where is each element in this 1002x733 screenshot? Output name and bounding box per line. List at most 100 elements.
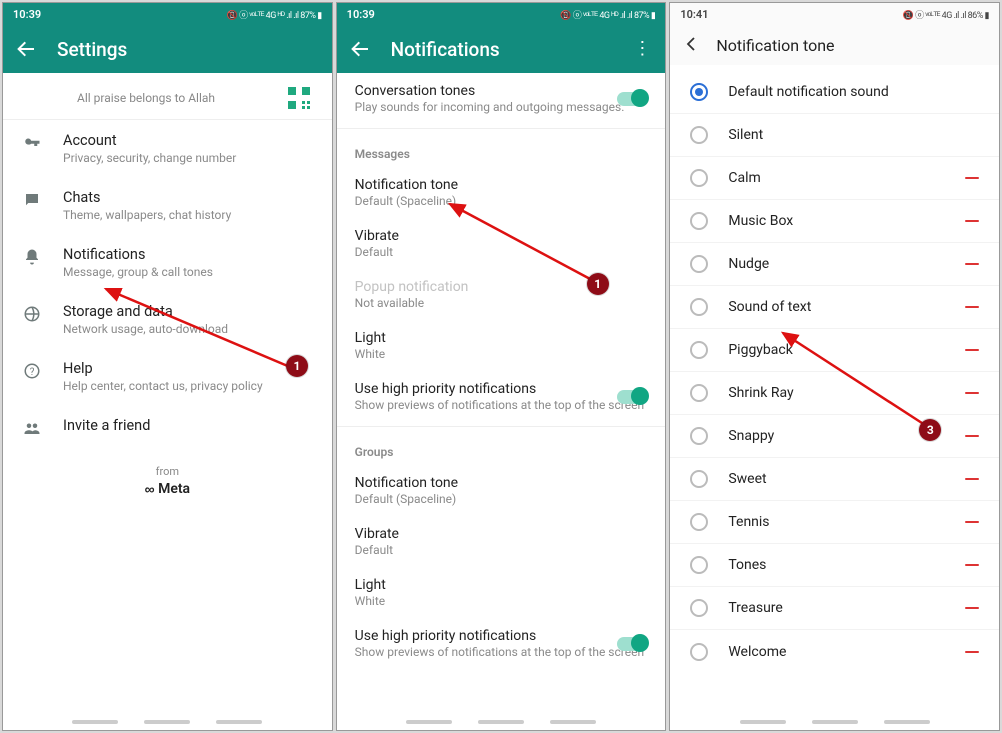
setting-grp-highpriority[interactable]: Use high priority notifications Show pre… — [337, 618, 666, 669]
tone-item-snappy[interactable]: Snappy — [670, 415, 999, 458]
settings-item-help[interactable]: ?HelpHelp center, contact us, privacy po… — [3, 348, 332, 405]
minus-icon — [965, 263, 979, 265]
tone-item-welcome[interactable]: Welcome — [670, 630, 999, 673]
status-time: 10:39 — [13, 8, 227, 21]
radio-button[interactable] — [690, 83, 708, 101]
arrow-left-icon — [17, 40, 35, 58]
tone-label: Piggyback — [728, 342, 965, 358]
radio-button[interactable] — [690, 470, 708, 488]
overflow-menu[interactable]: ⋮ — [633, 40, 651, 58]
qr-icon[interactable] — [288, 87, 310, 109]
status-time: 10:39 — [347, 8, 561, 21]
settings-item-account[interactable]: AccountPrivacy, security, change number — [3, 120, 332, 177]
back-button[interactable] — [351, 40, 369, 58]
tone-item-shrink-ray[interactable]: Shrink Ray — [670, 372, 999, 415]
tone-item-sweet[interactable]: Sweet — [670, 458, 999, 501]
status-bar: 10:41 📵 ⓞ ᵛᵒᴸᵀᴱ 4G .ıl .ıl 86% ▮ — [670, 3, 999, 25]
setting-msg-light[interactable]: Light White — [337, 320, 666, 371]
minus-icon — [965, 306, 979, 308]
setting-conversation-tones[interactable]: Conversation tones Play sounds for incom… — [337, 73, 666, 124]
setting-msg-notification-tone[interactable]: Notification tone Default (Spaceline) — [337, 167, 666, 218]
item-sub: Theme, wallpapers, chat history — [63, 208, 314, 222]
group-icon — [21, 417, 43, 439]
profile-row[interactable]: All praise belongs to Allah — [3, 73, 332, 120]
tone-label: Shrink Ray — [728, 385, 965, 401]
appbar-title: Notification tone — [716, 36, 834, 55]
gesture-bar — [337, 720, 666, 724]
appbar: Notifications ⋮ — [337, 25, 666, 73]
toggle-switch[interactable] — [617, 92, 647, 106]
toggle-switch[interactable] — [617, 637, 647, 651]
radio-button[interactable] — [690, 126, 708, 144]
tone-item-sound-of-text[interactable]: Sound of text — [670, 286, 999, 329]
tone-label: Welcome — [728, 644, 965, 660]
radio-button[interactable] — [690, 255, 708, 273]
tone-item-calm[interactable]: Calm — [670, 157, 999, 200]
tone-item-default-notification-sound[interactable]: Default notification sound — [670, 71, 999, 114]
radio-button[interactable] — [690, 298, 708, 316]
tone-content: Default notification sound SilentCalmMusi… — [670, 65, 999, 730]
tone-item-tennis[interactable]: Tennis — [670, 501, 999, 544]
tone-item-piggyback[interactable]: Piggyback — [670, 329, 999, 372]
radio-button[interactable] — [690, 427, 708, 445]
appbar: Settings — [3, 25, 332, 73]
radio-button[interactable] — [690, 599, 708, 617]
status-time: 10:41 — [680, 8, 902, 21]
setting-msg-highpriority[interactable]: Use high priority notifications Show pre… — [337, 371, 666, 422]
callout-badge: 1 — [286, 355, 308, 377]
setting-grp-vibrate[interactable]: Vibrate Default — [337, 516, 666, 567]
tone-item-treasure[interactable]: Treasure — [670, 587, 999, 630]
settings-content: All praise belongs to Allah AccountPriva… — [3, 73, 332, 730]
item-sub: Message, group & call tones — [63, 265, 314, 279]
minus-icon — [965, 435, 979, 437]
radio-button[interactable] — [690, 341, 708, 359]
settings-item-invite-a-friend[interactable]: Invite a friend — [3, 405, 332, 451]
settings-item-chats[interactable]: ChatsTheme, wallpapers, chat history — [3, 177, 332, 234]
status-icons: 📵 ⓞ ᵛᵒᴸᵀᴱ 4G .ıl .ıl 86% ▮ — [903, 8, 989, 21]
tone-label: Tones — [728, 557, 965, 573]
tone-item-nudge[interactable]: Nudge — [670, 243, 999, 286]
toggle-switch[interactable] — [617, 390, 647, 404]
key-icon — [21, 132, 43, 154]
setting-title: Conversation tones — [355, 83, 648, 99]
divider — [337, 426, 666, 427]
notifications-content: Conversation tones Play sounds for incom… — [337, 73, 666, 730]
minus-icon — [965, 564, 979, 566]
tone-label: Default notification sound — [728, 84, 979, 100]
tone-label: Treasure — [728, 600, 965, 616]
tone-item-music-box[interactable]: Music Box — [670, 200, 999, 243]
appbar-title: Settings — [57, 38, 127, 61]
tone-item-tones[interactable]: Tones — [670, 544, 999, 587]
section-groups: Groups — [337, 431, 666, 465]
setting-grp-light[interactable]: Light White — [337, 567, 666, 618]
radio-button[interactable] — [690, 513, 708, 531]
item-title: Account — [63, 132, 314, 149]
radio-button[interactable] — [690, 643, 708, 661]
tone-list: Default notification sound SilentCalmMusi… — [670, 65, 999, 679]
bell-icon — [21, 246, 43, 268]
tone-label: Nudge — [728, 256, 965, 272]
radio-button[interactable] — [690, 556, 708, 574]
gesture-bar — [670, 720, 999, 724]
status-icons: 📵 ⓞ ᵛᵒᴸᵀᴱ 4G ᴴᴰ .ıl .ıl 87% ▮ — [227, 8, 322, 21]
radio-button[interactable] — [690, 384, 708, 402]
item-title: Invite a friend — [63, 417, 314, 434]
radio-button[interactable] — [690, 169, 708, 187]
setting-grp-notification-tone[interactable]: Notification tone Default (Spaceline) — [337, 465, 666, 516]
tone-item-silent[interactable]: Silent — [670, 114, 999, 157]
screen-settings: 10:39 📵 ⓞ ᵛᵒᴸᵀᴱ 4G ᴴᴰ .ıl .ıl 87% ▮ Sett… — [2, 2, 333, 731]
item-title: Storage and data — [63, 303, 314, 320]
setting-msg-vibrate[interactable]: Vibrate Default — [337, 218, 666, 269]
minus-icon — [965, 521, 979, 523]
settings-item-storage-and-data[interactable]: Storage and dataNetwork usage, auto-down… — [3, 291, 332, 348]
settings-item-notifications[interactable]: NotificationsMessage, group & call tones — [3, 234, 332, 291]
back-button[interactable] — [17, 40, 35, 58]
item-sub: Help center, contact us, privacy policy — [63, 379, 314, 393]
appbar: Notification tone — [670, 25, 999, 65]
radio-button[interactable] — [690, 212, 708, 230]
back-button[interactable] — [684, 36, 698, 55]
tone-label: Sound of text — [728, 299, 965, 315]
arrow-left-icon — [351, 40, 369, 58]
minus-icon — [965, 607, 979, 609]
screen-notifications: 10:39 📵 ⓞ ᵛᵒᴸᵀᴱ 4G ᴴᴰ .ıl .ıl 87% ▮ Noti… — [336, 2, 667, 731]
